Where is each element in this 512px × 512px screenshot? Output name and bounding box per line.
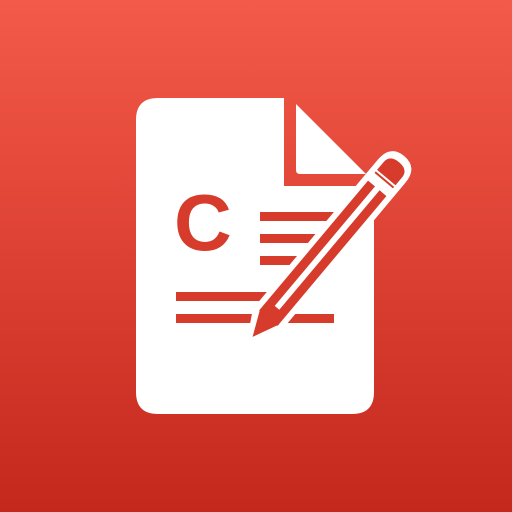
app-icon: C <box>0 0 512 512</box>
text-line-short-1 <box>260 212 334 221</box>
document-letter: C <box>174 178 232 267</box>
text-line-long-1 <box>176 292 272 301</box>
app-icon-graphic: C <box>0 0 512 512</box>
